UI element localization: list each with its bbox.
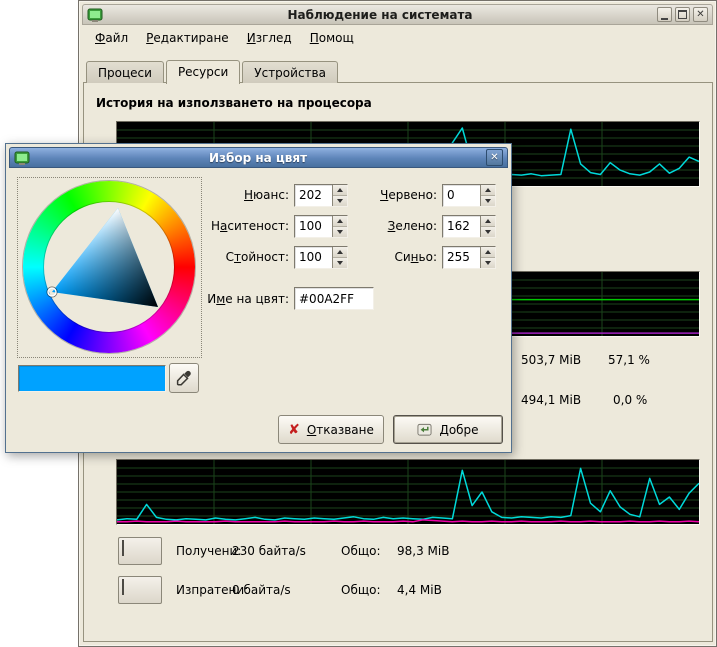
tab-resources[interactable]: Ресурси bbox=[166, 60, 240, 84]
received-color-swatch bbox=[122, 540, 124, 556]
spin-down-icon[interactable] bbox=[481, 195, 495, 206]
tab-devices[interactable]: Устройства bbox=[242, 61, 338, 83]
saturation-value[interactable]: 100 bbox=[299, 219, 322, 233]
memory-value: 503,7 MiB bbox=[521, 353, 581, 367]
red-label: Червено: bbox=[356, 188, 437, 202]
swap-value: 494,1 MiB bbox=[521, 393, 581, 407]
spin-up-icon[interactable] bbox=[481, 185, 495, 195]
received-total: 98,3 MiB bbox=[397, 544, 449, 558]
tab-processes[interactable]: Процеси bbox=[86, 61, 164, 83]
green-value[interactable]: 162 bbox=[447, 219, 470, 233]
spin-down-icon[interactable] bbox=[333, 226, 347, 237]
menu-help[interactable]: Помощ bbox=[301, 28, 363, 50]
spin-down-icon[interactable] bbox=[481, 226, 495, 237]
sent-total: 4,4 MiB bbox=[397, 583, 442, 597]
spin-up-icon[interactable] bbox=[481, 247, 495, 257]
eyedropper-button[interactable] bbox=[169, 363, 199, 393]
memory-percent: 57,1 % bbox=[608, 353, 650, 367]
blue-value[interactable]: 255 bbox=[447, 250, 470, 264]
sent-color-swatch bbox=[122, 579, 124, 595]
received-total-label: Общо: bbox=[341, 544, 381, 558]
menu-view[interactable]: Изглед bbox=[238, 28, 301, 50]
sent-color-button[interactable] bbox=[118, 576, 162, 604]
value-value[interactable]: 100 bbox=[299, 250, 322, 264]
menubar: Файл Редактиране Изглед Помощ bbox=[86, 28, 709, 50]
red-value[interactable]: 0 bbox=[447, 188, 455, 202]
saturation-value-triangle[interactable] bbox=[18, 178, 201, 357]
spin-up-icon[interactable] bbox=[333, 247, 347, 257]
main-window-title: Наблюдение на системата bbox=[107, 8, 653, 22]
blue-spinner[interactable]: 255 bbox=[442, 246, 496, 269]
maximize-button[interactable] bbox=[675, 7, 690, 22]
value-spinner[interactable]: 100 bbox=[294, 246, 348, 269]
ok-icon bbox=[417, 422, 432, 437]
dialog-titlebar[interactable]: Избор на цвят ✕ bbox=[9, 147, 508, 168]
saturation-label: Наситеност: bbox=[156, 219, 289, 233]
dialog-title: Избор на цвят bbox=[34, 151, 482, 165]
spin-up-icon[interactable] bbox=[333, 185, 347, 195]
close-button[interactable]: ✕ bbox=[693, 7, 708, 22]
spin-down-icon[interactable] bbox=[333, 257, 347, 268]
blue-label: Синьо: bbox=[356, 250, 437, 264]
dialog-close-button[interactable]: ✕ bbox=[486, 149, 503, 166]
cancel-button-label: Отказване bbox=[307, 423, 374, 437]
green-spinner[interactable]: 162 bbox=[442, 215, 496, 238]
ok-button[interactable]: Добре bbox=[393, 415, 503, 444]
received-color-button[interactable] bbox=[118, 537, 162, 565]
minimize-icon bbox=[661, 18, 668, 20]
spin-down-icon[interactable] bbox=[481, 257, 495, 268]
color-name-label: Име на цвят: bbox=[156, 292, 289, 306]
hue-label: Нюанс: bbox=[156, 188, 289, 202]
menu-file[interactable]: Файл bbox=[86, 28, 137, 50]
hue-spinner[interactable]: 202 bbox=[294, 184, 348, 207]
network-history-chart bbox=[116, 459, 700, 525]
swap-percent: 0,0 % bbox=[613, 393, 647, 407]
received-rate: 230 байта/s bbox=[232, 544, 306, 558]
spin-up-icon[interactable] bbox=[333, 216, 347, 226]
cpu-history-heading: История на използването на процесора bbox=[96, 96, 372, 110]
close-icon: ✕ bbox=[696, 10, 704, 20]
color-preview bbox=[18, 365, 166, 392]
hue-value[interactable]: 202 bbox=[299, 188, 322, 202]
minimize-button[interactable] bbox=[657, 7, 672, 22]
spin-up-icon[interactable] bbox=[481, 216, 495, 226]
cancel-icon: ✘ bbox=[288, 423, 300, 437]
spin-down-icon[interactable] bbox=[333, 195, 347, 206]
eyedropper-icon bbox=[176, 370, 192, 386]
close-icon: ✕ bbox=[490, 152, 498, 163]
cancel-button[interactable]: ✘ Отказване bbox=[278, 415, 384, 444]
tabstrip: Процеси Ресурси Устройства bbox=[86, 56, 340, 83]
value-label: Стойност: bbox=[156, 250, 289, 264]
maximize-icon bbox=[678, 10, 687, 19]
green-label: Зелено: bbox=[356, 219, 437, 233]
sent-total-label: Общо: bbox=[341, 583, 381, 597]
ok-button-label: Добре bbox=[439, 423, 478, 437]
app-icon bbox=[14, 150, 30, 166]
app-icon bbox=[87, 7, 103, 23]
menu-edit[interactable]: Редактиране bbox=[137, 28, 238, 50]
color-wheel[interactable] bbox=[17, 177, 202, 358]
color-name-input[interactable] bbox=[294, 287, 374, 310]
color-picker-dialog: Избор на цвят ✕ bbox=[5, 143, 512, 453]
sent-rate: 0 байта/s bbox=[232, 583, 291, 597]
red-spinner[interactable]: 0 bbox=[442, 184, 496, 207]
main-titlebar[interactable]: Наблюдение на системата ✕ bbox=[82, 4, 713, 25]
saturation-spinner[interactable]: 100 bbox=[294, 215, 348, 238]
